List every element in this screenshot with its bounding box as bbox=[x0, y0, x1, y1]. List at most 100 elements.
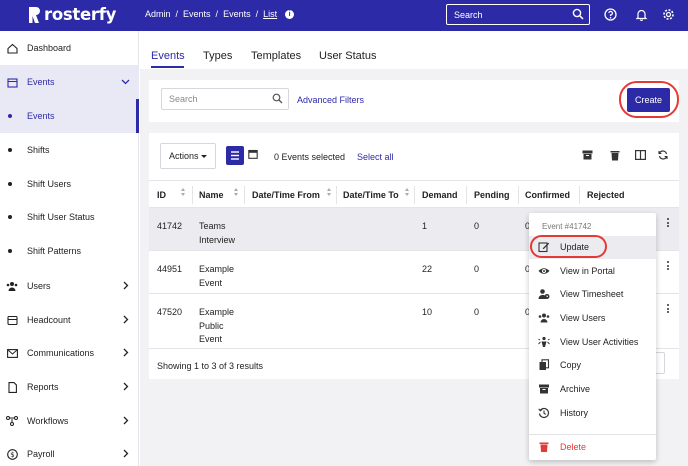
sidebar-item-label: Shift Users bbox=[27, 179, 72, 189]
columns-icon[interactable] bbox=[635, 150, 647, 162]
info-icon[interactable]: i bbox=[285, 9, 295, 19]
column-header-confirmed[interactable]: Confirmed bbox=[525, 190, 570, 200]
sidebar-item-reports[interactable]: Reports bbox=[0, 370, 139, 404]
sidebar-item-users[interactable]: Users bbox=[0, 269, 139, 303]
row-menu-icon[interactable] bbox=[667, 218, 669, 229]
chevron-right-icon bbox=[121, 416, 130, 427]
menu-item-history[interactable]: History bbox=[529, 402, 656, 425]
menu-item-copy[interactable]: Copy bbox=[529, 354, 656, 377]
archive-icon bbox=[538, 383, 550, 395]
sidebar-item-label: Communications bbox=[27, 348, 95, 358]
column-divider bbox=[518, 186, 519, 204]
menu-item-view-in-portal[interactable]: View in Portal bbox=[529, 260, 656, 283]
help-icon[interactable] bbox=[604, 8, 617, 21]
cell-name[interactable]: Example Event bbox=[199, 263, 234, 290]
dollar-icon: $ bbox=[6, 448, 18, 460]
update-highlight-ring bbox=[530, 235, 607, 258]
create-button[interactable]: Create bbox=[627, 88, 670, 112]
column-divider bbox=[466, 186, 467, 204]
sidebar-subitem-shift-patterns[interactable]: Shift Patterns bbox=[0, 234, 139, 268]
bullet-icon bbox=[8, 114, 12, 118]
top-navigation-bar: rosterfy Admin / Events / Events / List … bbox=[0, 0, 688, 31]
refresh-icon[interactable] bbox=[658, 150, 668, 162]
cell-name[interactable]: Teams Interview bbox=[199, 220, 235, 247]
sidebar-subitem-shift-user-status[interactable]: Shift User Status bbox=[0, 200, 139, 234]
event-search bbox=[161, 88, 289, 110]
breadcrumb-separator: / bbox=[215, 9, 219, 19]
search-icon[interactable] bbox=[572, 8, 584, 22]
sidebar-subitem-shift-users[interactable]: Shift Users bbox=[0, 167, 139, 201]
chevron-right-icon bbox=[121, 382, 130, 393]
select-all-link[interactable]: Select all bbox=[357, 152, 394, 162]
column-header-name[interactable]: Name bbox=[199, 190, 224, 200]
calendar-icon bbox=[6, 76, 18, 88]
column-header-demand[interactable]: Demand bbox=[422, 190, 458, 200]
cell-demand: 1 bbox=[422, 221, 428, 231]
column-header-rejected[interactable]: Rejected bbox=[587, 190, 625, 200]
bullet-icon bbox=[8, 182, 12, 186]
document-icon bbox=[6, 381, 18, 393]
column-divider bbox=[244, 186, 245, 204]
users-icon bbox=[538, 312, 550, 324]
sidebar-item-dashboard[interactable]: Dashboard bbox=[0, 31, 139, 65]
sidebar: Dashboard Events Events Shifts Shift Use… bbox=[0, 31, 139, 466]
bell-icon[interactable] bbox=[635, 8, 648, 22]
breadcrumb-separator: / bbox=[255, 9, 259, 19]
event-search-input[interactable] bbox=[169, 94, 264, 104]
menu-item-view-users[interactable]: View Users bbox=[529, 307, 656, 330]
settings-icon[interactable] bbox=[662, 8, 675, 21]
global-search-input[interactable] bbox=[454, 10, 564, 20]
menu-header: Event #41742 bbox=[542, 222, 592, 231]
row-menu-icon[interactable] bbox=[667, 304, 669, 315]
advanced-filters-link[interactable]: Advanced Filters bbox=[297, 95, 364, 105]
list-view-toggle[interactable] bbox=[226, 146, 244, 165]
sidebar-item-payroll[interactable]: $ Payroll bbox=[0, 437, 139, 466]
search-icon[interactable] bbox=[272, 93, 283, 106]
menu-divider bbox=[529, 434, 656, 435]
actions-dropdown[interactable]: Actions bbox=[160, 143, 216, 169]
menu-item-archive[interactable]: Archive bbox=[529, 378, 656, 401]
sidebar-subitem-shifts[interactable]: Shifts bbox=[0, 133, 139, 167]
breadcrumb-events-sub[interactable]: Events bbox=[223, 9, 251, 19]
actions-label: Actions bbox=[169, 151, 199, 161]
trash-icon[interactable] bbox=[610, 150, 620, 163]
sidebar-item-headcount[interactable]: Headcount bbox=[0, 303, 139, 337]
column-header-date-from[interactable]: Date/Time From bbox=[252, 190, 320, 200]
calendar-icon bbox=[248, 149, 258, 159]
tab-types[interactable]: Types bbox=[203, 50, 232, 62]
chevron-right-icon bbox=[121, 281, 130, 292]
bullet-icon bbox=[8, 148, 12, 152]
sidebar-subitem-events[interactable]: Events bbox=[0, 99, 139, 133]
breadcrumb-current[interactable]: List bbox=[263, 9, 277, 19]
tab-events[interactable]: Events bbox=[151, 50, 185, 62]
copy-icon bbox=[538, 359, 550, 371]
column-header-id[interactable]: ID bbox=[157, 190, 166, 200]
sidebar-item-communications[interactable]: Communications bbox=[0, 336, 139, 370]
menu-item-view-timesheet[interactable]: View Timesheet bbox=[529, 283, 656, 306]
rosterfy-logo[interactable]: rosterfy bbox=[28, 5, 116, 24]
calendar-view-toggle[interactable] bbox=[248, 149, 258, 161]
eye-icon bbox=[538, 265, 550, 277]
sidebar-item-label: Payroll bbox=[27, 449, 55, 459]
activity-icon bbox=[538, 336, 550, 348]
tab-user-status[interactable]: User Status bbox=[319, 50, 376, 62]
column-header-pending[interactable]: Pending bbox=[474, 190, 510, 200]
row-menu-icon[interactable] bbox=[667, 261, 669, 272]
cell-pending: 0 bbox=[474, 307, 480, 317]
logo-mark-icon bbox=[28, 6, 40, 24]
global-search bbox=[446, 4, 590, 25]
menu-item-delete[interactable]: Delete bbox=[529, 436, 656, 459]
tab-templates[interactable]: Templates bbox=[251, 50, 301, 62]
cell-name[interactable]: Example Public Event bbox=[199, 306, 234, 347]
breadcrumb-admin[interactable]: Admin bbox=[145, 9, 171, 19]
column-header-date-to[interactable]: Date/Time To bbox=[343, 190, 399, 200]
list-icon bbox=[231, 151, 239, 160]
users-icon bbox=[6, 280, 18, 292]
sidebar-item-events[interactable]: Events bbox=[0, 65, 139, 99]
sidebar-item-workflows[interactable]: Workflows bbox=[0, 404, 139, 438]
user-clock-icon bbox=[538, 288, 550, 300]
breadcrumb-events[interactable]: Events bbox=[183, 9, 211, 19]
archive-icon[interactable] bbox=[582, 150, 593, 162]
selected-count: 0 Events selected bbox=[274, 152, 346, 162]
menu-item-view-user-activities[interactable]: View User Activities bbox=[529, 331, 656, 354]
